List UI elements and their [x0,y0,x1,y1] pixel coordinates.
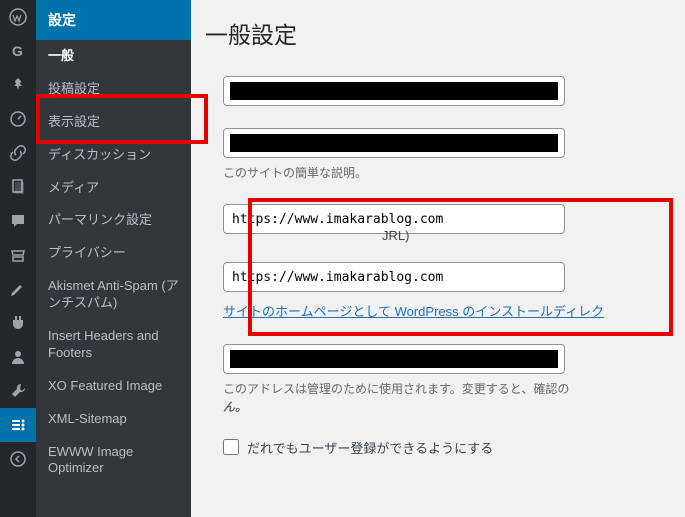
site-title-input-redacted[interactable] [223,76,565,106]
membership-checkbox[interactable] [223,439,239,455]
content-area: 一般設定 JRL) このサイトの簡単な説明。 サイトのホームページとして Wor… [191,0,685,517]
wordpress-icon[interactable] [0,0,36,34]
collapse-icon[interactable] [0,442,36,476]
store-icon[interactable] [0,238,36,272]
pin-icon[interactable] [0,68,36,102]
comments-icon[interactable] [0,204,36,238]
submenu-item-xml-sitemap[interactable]: XML-Sitemap [36,403,191,436]
plugins-icon[interactable] [0,306,36,340]
tagline-input-redacted[interactable] [223,128,565,158]
appearance-icon[interactable] [0,272,36,306]
membership-label[interactable]: だれでもユーザー登録ができるようにする [247,438,493,457]
submenu-item-insert-headers[interactable]: Insert Headers and Footers [36,320,191,370]
settings-icon[interactable] [0,408,36,442]
submenu-item-akismet[interactable]: Akismet Anti-Spam (アンチスパム) [36,270,191,320]
submenu-item-reading[interactable]: 表示設定 [36,106,191,139]
admin-iconbar: G [0,0,36,517]
tools-icon[interactable] [0,374,36,408]
site-url-input[interactable] [223,262,565,292]
submenu-item-ewww[interactable]: EWWW Image Optimizer [36,436,191,486]
wp-url-label-partial: JRL) [382,228,409,243]
google-icon[interactable]: G [0,34,36,68]
submenu-item-xo-featured[interactable]: XO Featured Image [36,370,191,403]
settings-submenu: 設定 一般 投稿設定 表示設定 ディスカッション メディア パーマリンク設定 プ… [36,0,191,517]
submenu-item-discussion[interactable]: ディスカッション [36,139,191,172]
site-url-help-link[interactable]: サイトのホームページとして WordPress のインストールディレク [223,304,604,319]
tagline-description: このサイトの簡単な説明。 [223,164,685,182]
admin-email-input-redacted[interactable] [223,344,565,374]
submenu-item-permalink[interactable]: パーマリンク設定 [36,204,191,237]
admin-email-field: このアドレスは管理のために使用されます。変更すると、確認のん。 [223,344,685,416]
submenu-item-media[interactable]: メディア [36,172,191,205]
wp-url-field [223,204,685,234]
tagline-field: このサイトの簡単な説明。 [223,128,685,182]
submenu-item-writing[interactable]: 投稿設定 [36,73,191,106]
pages-icon[interactable] [0,170,36,204]
membership-field: だれでもユーザー登録ができるようにする [223,438,685,457]
site-url-field: サイトのホームページとして WordPress のインストールディレク [223,262,685,322]
submenu-header[interactable]: 設定 [36,0,191,40]
dashboard-icon[interactable] [0,102,36,136]
users-icon[interactable] [0,340,36,374]
svg-text:G: G [12,43,23,59]
page-title: 一般設定 [199,0,685,76]
admin-email-description: このアドレスは管理のために使用されます。変更すると、確認のん。 [223,380,685,416]
link-icon[interactable] [0,136,36,170]
submenu-item-privacy[interactable]: プライバシー [36,237,191,270]
site-title-field [223,76,685,106]
submenu-item-general[interactable]: 一般 [36,40,191,73]
